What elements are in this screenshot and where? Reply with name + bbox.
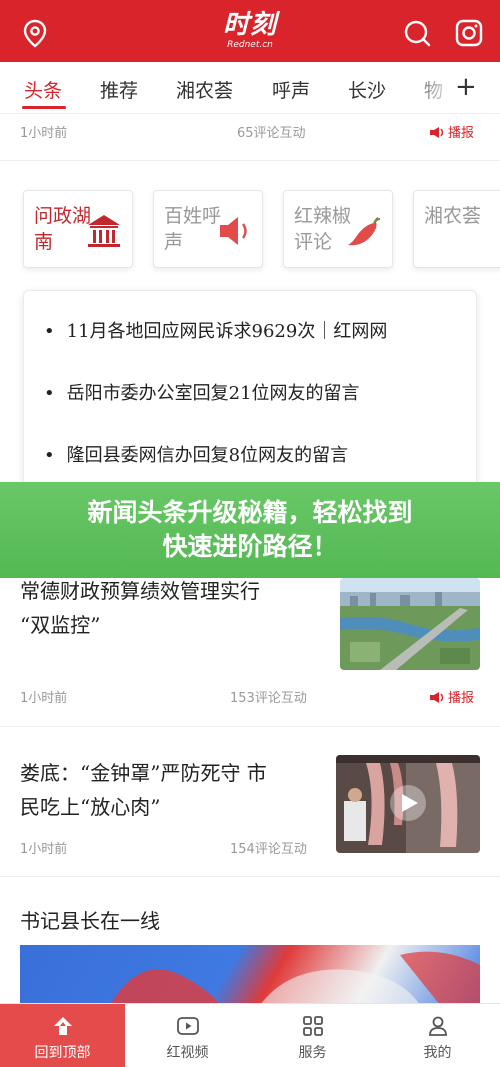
banner-line-1: 新闻头条升级秘籍，轻松找到	[87, 498, 413, 527]
news-title[interactable]: 娄底：“金钟罩”严防死守 市 民吃上“放心肉”	[20, 756, 267, 824]
tab-xiangnonghui[interactable]: 湘农荟	[176, 76, 233, 103]
speaker-icon	[430, 692, 444, 703]
megaphone-icon	[220, 217, 247, 245]
news-title[interactable]: 常德财政预算绩效管理实行 “双监控”	[20, 574, 260, 642]
tab-headlines[interactable]: 头条	[24, 76, 62, 103]
back-to-top-icon	[53, 1017, 72, 1035]
nav-red-video[interactable]: 红视频	[125, 1004, 250, 1067]
grid-icon	[302, 1016, 323, 1036]
tab-recommended[interactable]: 推荐	[100, 76, 138, 103]
news-time: 1小时前	[20, 691, 68, 706]
news-comments: 154评论互动	[230, 842, 307, 857]
add-tab-button[interactable]: +	[455, 72, 477, 102]
list-item[interactable]: 岳阳市委办公室回复21位网友的留言	[44, 379, 360, 405]
active-tab-indicator	[22, 106, 66, 109]
broadcast-button[interactable]: 播报	[430, 687, 474, 706]
news-title-line: 民吃上“放心肉”	[20, 795, 161, 819]
video-thumbnail[interactable]	[336, 755, 480, 853]
nav-label: 我的	[423, 1045, 452, 1061]
category-card-lajiao[interactable]: 红辣椒评论	[283, 190, 393, 268]
government-building-icon	[88, 215, 120, 247]
camera-icon[interactable]	[454, 18, 484, 48]
news-comments: 65评论互动	[237, 126, 306, 141]
video-icon	[176, 1017, 199, 1035]
search-icon[interactable]	[402, 18, 432, 48]
nav-label: 红视频	[166, 1045, 209, 1061]
broadcast-label: 播报	[448, 691, 475, 706]
news-thumbnail[interactable]	[340, 578, 480, 670]
chili-pepper-icon	[348, 217, 381, 246]
section-title: 书记县长在一线	[20, 909, 160, 933]
category-card-baixing[interactable]: 百姓呼声	[153, 190, 263, 268]
news-time: 1小时前	[20, 126, 68, 141]
broadcast-label: 播报	[448, 126, 475, 141]
app-header: 时刻 Rednet.cn	[0, 0, 500, 62]
speaker-icon	[430, 127, 444, 138]
banner-graphic	[110, 951, 480, 1005]
divider	[0, 726, 500, 727]
user-icon	[428, 1016, 447, 1036]
news-title-line: “双监控”	[20, 613, 101, 637]
section-banner-image[interactable]	[20, 945, 480, 1005]
divider	[0, 160, 500, 161]
nav-back-to-top[interactable]: 回到顶部	[0, 1004, 125, 1067]
app-logo: 时刻 Rednet.cn	[200, 10, 300, 51]
promo-overlay-banner[interactable]: 新闻头条升级秘籍，轻松找到 快速进阶路径！	[0, 482, 500, 578]
location-icon[interactable]	[20, 18, 50, 48]
category-card-xiangnong[interactable]: 湘农荟	[413, 190, 500, 268]
news-title-line: 常德财政预算绩效管理实行	[20, 579, 260, 603]
news-comments: 153评论互动	[230, 691, 307, 706]
broadcast-button[interactable]: 播报	[430, 122, 474, 141]
logo-sub-text: Rednet.cn	[227, 40, 273, 50]
tab-voices[interactable]: 呼声	[272, 76, 310, 103]
nav-label: 回到顶部	[34, 1045, 91, 1061]
divider	[0, 876, 500, 877]
category-tabs: 头条 推荐 湘农荟 呼声 长沙 物 +	[0, 62, 500, 114]
list-item[interactable]: 11月各地回应网民诉求9629次｜红网网	[44, 317, 388, 343]
tab-fade	[405, 62, 455, 112]
category-label: 湘农荟	[424, 205, 482, 227]
nav-label: 服务	[298, 1045, 327, 1061]
news-time: 1小时前	[20, 842, 68, 857]
aerial-city-image	[340, 578, 480, 670]
banner-line-2: 快速进阶路径！	[162, 532, 338, 561]
meat-market-image	[336, 755, 480, 853]
nav-profile[interactable]: 我的	[375, 1004, 500, 1067]
news-title-line: 娄底：“金钟罩”严防死守 市	[20, 761, 267, 785]
tab-changsha[interactable]: 长沙	[348, 76, 386, 103]
list-item[interactable]: 隆回县委网信办回复8位网友的留言	[44, 441, 348, 467]
bottom-navigation: 回到顶部 红视频 服务 我的	[0, 1003, 500, 1067]
nav-services[interactable]: 服务	[250, 1004, 375, 1067]
logo-main-text: 时刻	[222, 10, 277, 40]
category-card-wenzheng[interactable]: 问政湖南	[23, 190, 133, 268]
dropdown-news-list: 11月各地回应网民诉求9629次｜红网网 岳阳市委办公室回复21位网友的留言 隆…	[23, 290, 477, 490]
